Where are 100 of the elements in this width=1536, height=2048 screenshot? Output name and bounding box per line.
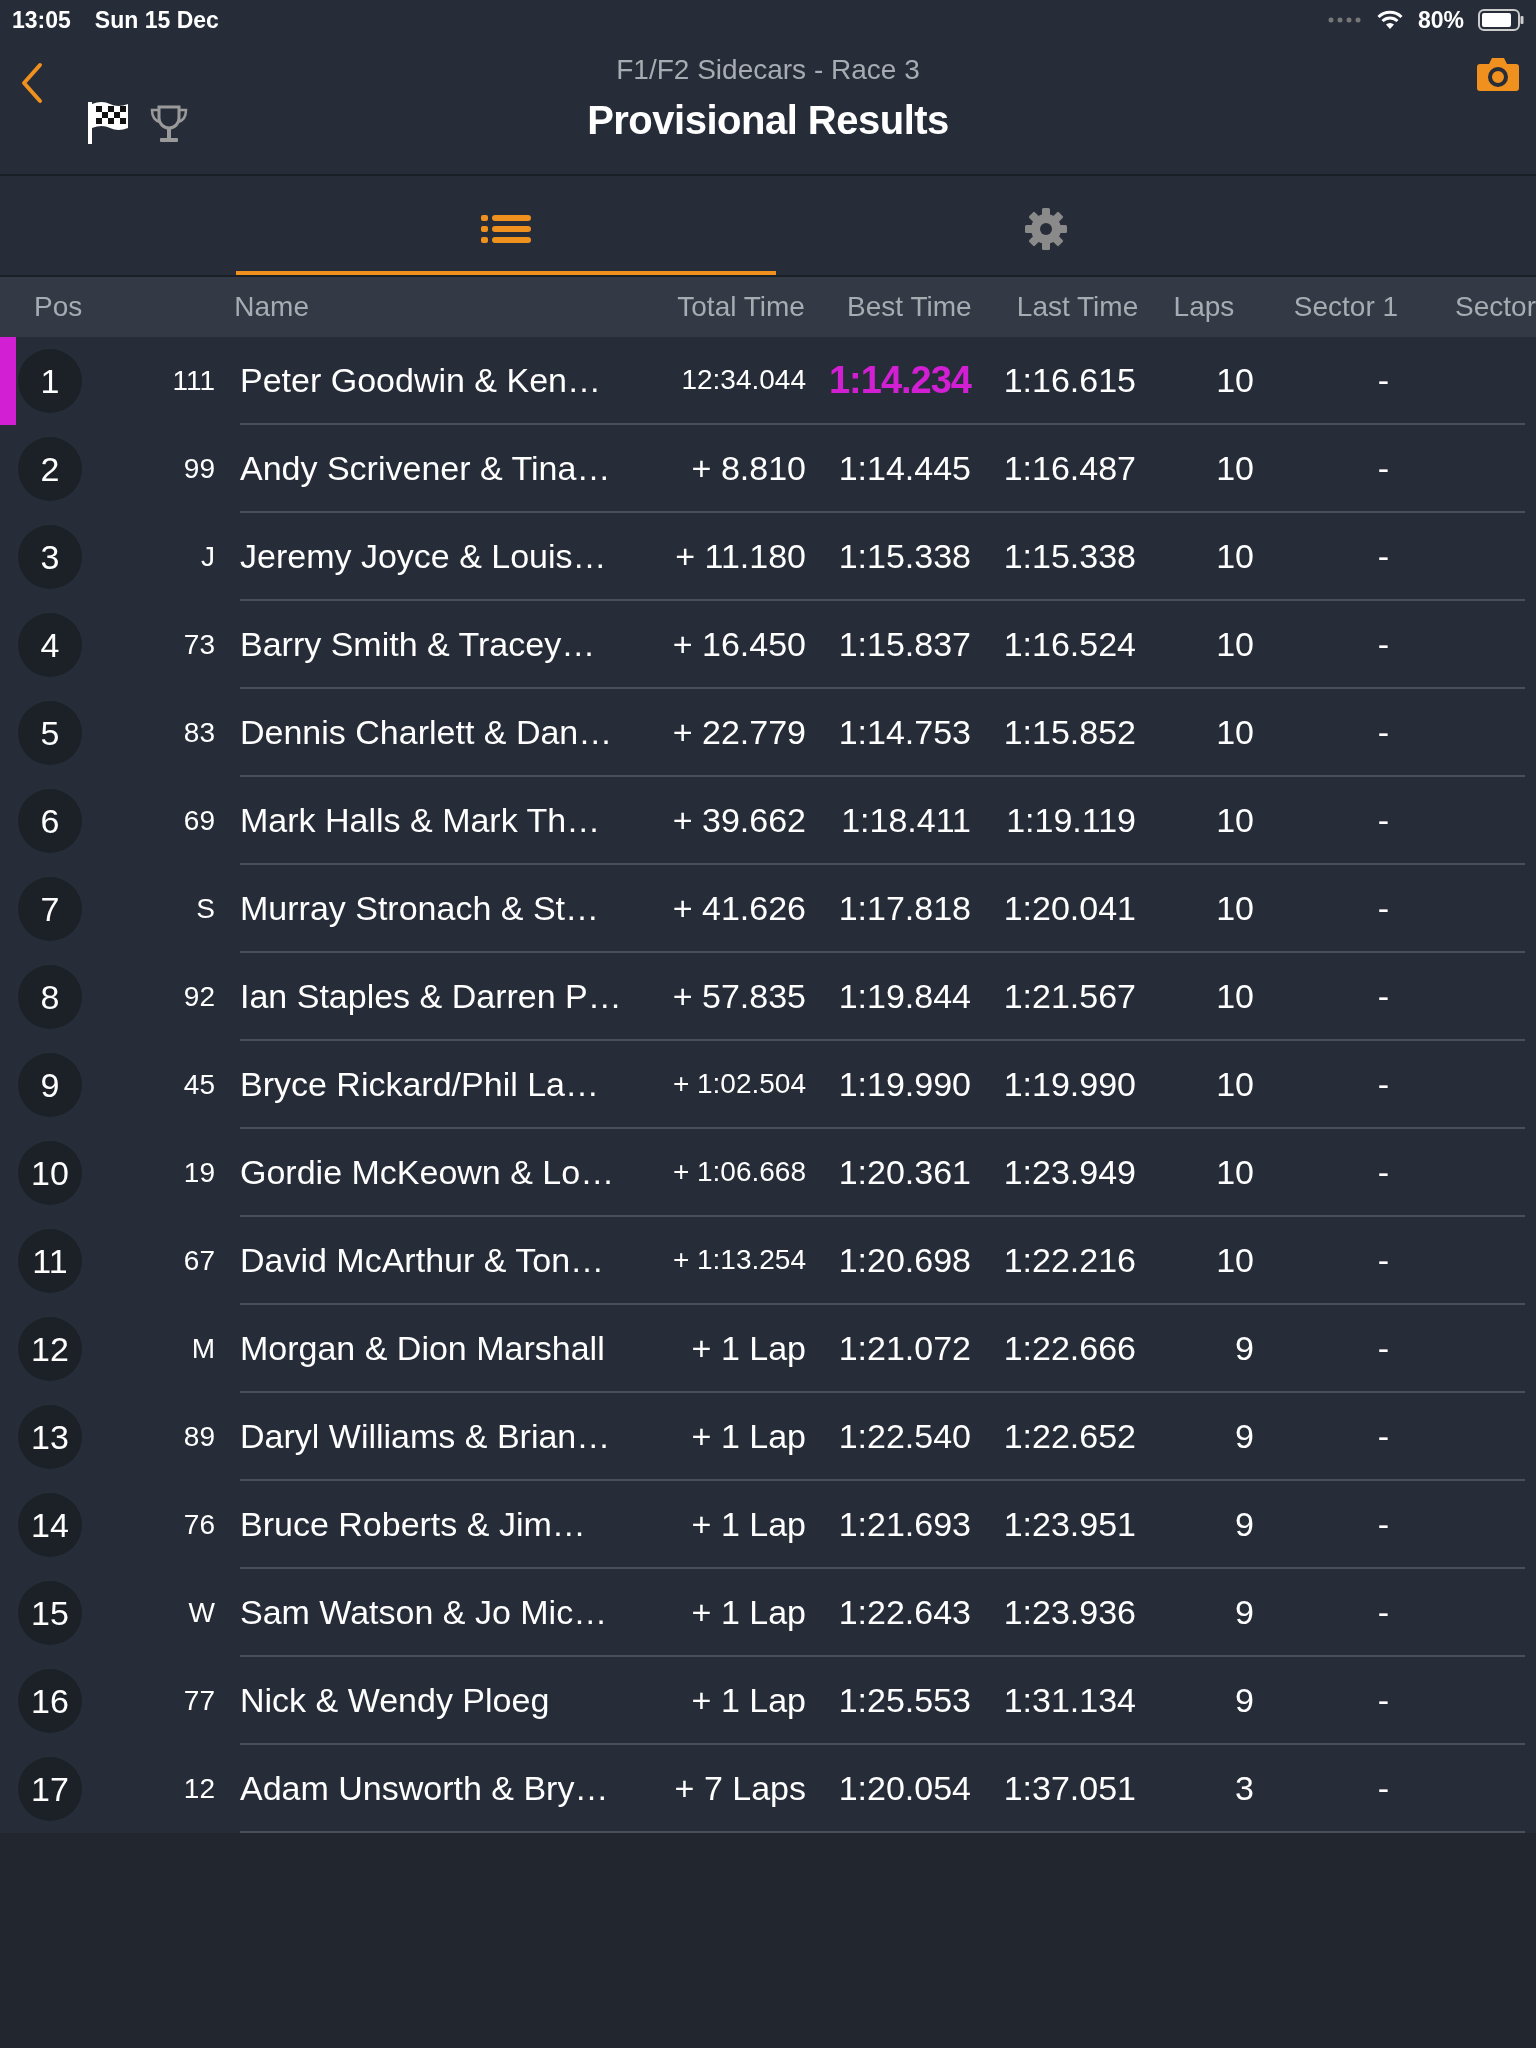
- laps-count: 10: [1215, 1152, 1254, 1192]
- rider-names: David McArthur & Ton…: [240, 1240, 606, 1280]
- rider-names: Jeremy Joyce & Louis…: [240, 536, 608, 576]
- laps-count: 9: [1234, 1592, 1254, 1632]
- race-number: 76: [182, 1508, 215, 1542]
- last-time: 1:15.338: [1002, 536, 1136, 576]
- sector-time: -: [1376, 1592, 1389, 1632]
- position-badge: 15: [18, 1581, 82, 1645]
- last-time: 1:21.567: [1002, 976, 1136, 1016]
- sector-time: -: [1376, 1064, 1389, 1104]
- position-badge: 13: [18, 1405, 82, 1469]
- laps-count: 10: [1215, 976, 1254, 1016]
- best-time: 1:19.844: [837, 976, 971, 1016]
- laps-count: 9: [1234, 1504, 1254, 1544]
- race-number: 73: [182, 628, 215, 662]
- best-time: 1:22.540: [837, 1416, 971, 1456]
- position-badge: 1: [18, 349, 82, 413]
- best-time: 1:20.054: [837, 1768, 971, 1808]
- total-time: + 1 Lap: [690, 1416, 806, 1456]
- rider-names: Morgan & Dion Marshall: [240, 1328, 606, 1368]
- laps-count: 3: [1234, 1768, 1254, 1808]
- column-header: Laps: [1172, 291, 1235, 323]
- total-time: + 11.180: [674, 536, 806, 576]
- position-badge: 12: [18, 1317, 82, 1381]
- sector-time: -: [1376, 1768, 1389, 1808]
- laps-count: 10: [1215, 712, 1254, 752]
- best-time: 1:18.411: [840, 800, 971, 840]
- position-badge: 8: [18, 965, 82, 1029]
- sector-time: -: [1376, 712, 1389, 752]
- laps-count: 10: [1215, 536, 1254, 576]
- rider-names: Daryl Williams & Brian…: [240, 1416, 612, 1456]
- position-badge: 9: [18, 1053, 82, 1117]
- race-number: M: [190, 1332, 215, 1366]
- last-time: 1:37.051: [1002, 1768, 1136, 1808]
- position-badge: 3: [18, 525, 82, 589]
- race-number: 77: [182, 1684, 215, 1718]
- column-header: Best Time: [846, 291, 972, 323]
- best-time: 1:17.818: [837, 888, 971, 928]
- best-time: 1:25.553: [837, 1680, 971, 1720]
- laps-count: 9: [1234, 1328, 1254, 1368]
- race-number: 67: [182, 1244, 215, 1278]
- rider-names: Peter Goodwin & Ken…: [240, 360, 602, 400]
- rider-names: Andy Scrivener & Tina…: [240, 448, 612, 488]
- position-badge: 11: [18, 1229, 82, 1293]
- rider-names: Dennis Charlett & Dan…: [240, 712, 614, 752]
- total-time: + 1:06.668: [671, 1156, 806, 1188]
- last-time: 1:16.524: [1002, 624, 1136, 664]
- laps-count: 9: [1234, 1680, 1254, 1720]
- sector-time: -: [1376, 888, 1389, 928]
- column-header: Total Time: [676, 291, 805, 323]
- sector-time: -: [1376, 1240, 1389, 1280]
- best-time: 1:20.361: [837, 1152, 971, 1192]
- page-title: Provisional Results: [587, 98, 949, 143]
- best-time: 1:15.338: [837, 536, 971, 576]
- race-number: 111: [171, 364, 215, 398]
- total-time: + 57.835: [671, 976, 806, 1016]
- total-time: + 7 Laps: [673, 1768, 806, 1808]
- sector-time: -: [1376, 800, 1389, 840]
- best-time: 1:14.234: [828, 358, 971, 402]
- status-time: 13:05: [12, 6, 71, 34]
- position-badge: 4: [18, 613, 82, 677]
- total-time: + 22.779: [671, 712, 806, 752]
- settings-icon: [1024, 206, 1068, 251]
- last-time: 1:19.119: [1005, 800, 1136, 840]
- total-time: + 1 Lap: [690, 1328, 806, 1368]
- total-time: + 1 Lap: [690, 1680, 806, 1720]
- battery-percentage: 80%: [1417, 6, 1464, 34]
- total-time: 12:34.044: [680, 364, 806, 396]
- last-time: 1:22.216: [1002, 1240, 1136, 1280]
- race-number: 12: [182, 1772, 215, 1806]
- position-badge: 6: [18, 789, 82, 853]
- rider-names: Nick & Wendy Ploeg: [240, 1680, 551, 1720]
- last-time: 1:22.666: [1002, 1328, 1136, 1368]
- total-time: + 41.626: [671, 888, 806, 928]
- sector-time: -: [1376, 624, 1389, 664]
- laps-count: 9: [1234, 1416, 1254, 1456]
- laps-count: 10: [1215, 1064, 1254, 1104]
- race-number: 45: [182, 1068, 215, 1102]
- rider-names: Bryce Rickard/Phil La…: [240, 1064, 600, 1104]
- last-time: 1:16.615: [1002, 360, 1136, 400]
- sector-time: -: [1376, 976, 1389, 1016]
- column-header: Sector: [1455, 291, 1536, 323]
- last-time: 1:20.041: [1002, 888, 1136, 928]
- rider-names: Gordie McKeown & Lo…: [240, 1152, 616, 1192]
- race-number: W: [187, 1596, 215, 1630]
- race-number: 83: [182, 716, 215, 750]
- laps-count: 10: [1215, 448, 1254, 488]
- best-time: 1:14.445: [837, 448, 971, 488]
- best-time: 1:19.990: [837, 1064, 971, 1104]
- best-time: 1:22.643: [837, 1592, 971, 1632]
- last-time: 1:22.652: [1002, 1416, 1136, 1456]
- sector-time: -: [1376, 360, 1389, 400]
- sector-time: -: [1376, 1680, 1389, 1720]
- last-time: 1:23.949: [1002, 1152, 1136, 1192]
- rider-names: Barry Smith & Tracey…: [240, 624, 597, 664]
- race-number: 19: [182, 1156, 215, 1190]
- last-time: 1:23.951: [1002, 1504, 1136, 1544]
- sector-time: -: [1376, 1416, 1389, 1456]
- last-time: 1:15.852: [1002, 712, 1136, 752]
- status-date: Sun 15 Dec: [94, 6, 219, 34]
